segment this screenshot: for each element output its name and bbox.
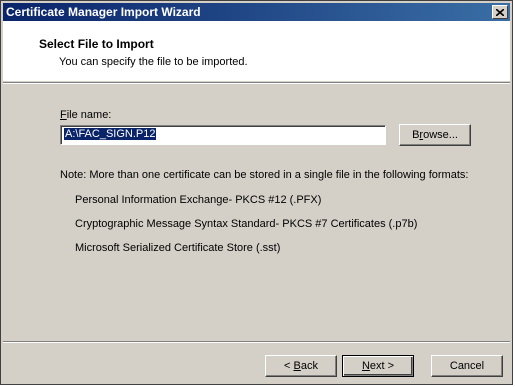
header-divider [3,82,510,84]
page-subtitle: You can specify the file to be imported. [59,56,248,68]
back-rest: ack [300,360,318,372]
format-item-p7b: Cryptographic Message Syntax Standard- P… [75,218,418,230]
back-mnemonic: B [293,360,301,372]
close-button[interactable] [492,5,508,19]
file-name-label: File name: [60,109,111,121]
cancel-button[interactable]: Cancel [431,355,503,377]
title-bar[interactable]: Certificate Manager Import Wizard [3,3,510,21]
next-rest: ext > [369,360,395,372]
browse-button[interactable]: Browse... [399,124,471,146]
format-item-pfx: Personal Information Exchange- PKCS #12 … [75,194,322,206]
browse-rest: owse... [423,129,458,141]
wizard-header: Select File to Import You can specify th… [3,21,510,81]
next-button[interactable]: Next > [342,355,414,377]
formats-note: Note: More than one certificate can be s… [60,169,469,181]
back-prefix: < [284,360,294,372]
window-title: Certificate Manager Import Wizard [6,5,201,19]
file-name-label-text: ile name: [66,109,112,121]
wizard-window: Certificate Manager Import Wizard Select… [0,0,513,385]
file-name-label-mnemonic: F [60,109,67,121]
footer-divider [3,341,510,343]
close-icon [496,8,504,16]
file-name-value: A:\FAC_SIGN.P12 [64,128,157,140]
back-button[interactable]: < Back [265,355,337,377]
page-title: Select File to Import [39,37,154,51]
file-name-input[interactable]: A:\FAC_SIGN.P12 [60,125,386,145]
next-mnemonic: N [361,360,370,372]
format-item-sst: Microsoft Serialized Certificate Store (… [75,242,281,254]
